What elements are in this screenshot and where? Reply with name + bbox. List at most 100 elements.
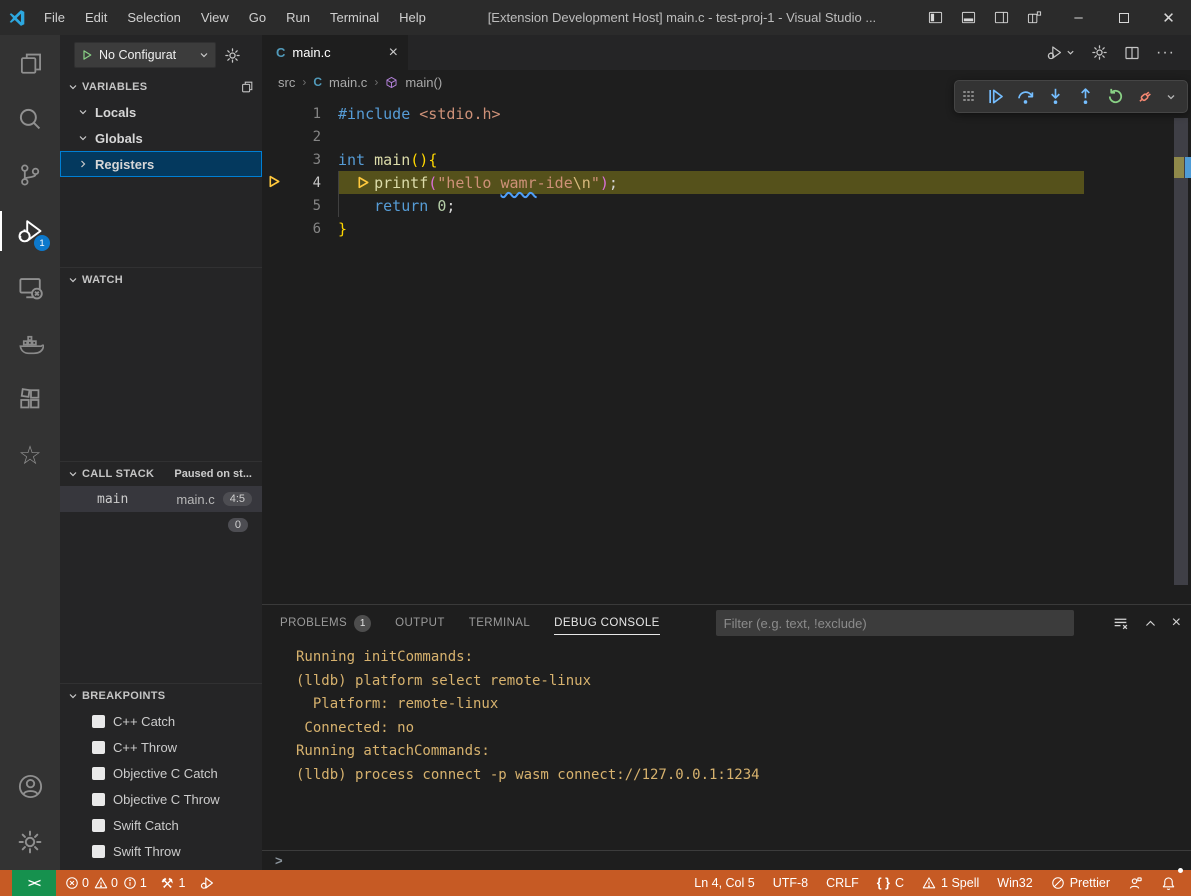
checkbox-unchecked[interactable]: [92, 819, 105, 832]
encoding[interactable]: UTF-8: [768, 870, 813, 896]
checkbox-unchecked[interactable]: [92, 715, 105, 728]
breakpoint-row[interactable]: Swift Catch: [60, 812, 262, 838]
panel-tab-terminal[interactable]: TERMINAL: [469, 605, 530, 641]
panel-tab-problems[interactable]: PROBLEMS1: [280, 605, 371, 641]
gutter[interactable]: 2: [262, 125, 338, 148]
gutter[interactable]: 4: [262, 171, 338, 194]
code-line[interactable]: 2: [262, 125, 1191, 148]
problems-status[interactable]: 0 0 1: [60, 870, 152, 896]
checkbox-unchecked[interactable]: [92, 767, 105, 780]
breakpoints-header[interactable]: BREAKPOINTS: [60, 684, 262, 708]
variables-row-globals[interactable]: Globals: [60, 125, 262, 151]
panel-tab-debug-console[interactable]: DEBUG CONSOLE: [554, 605, 660, 641]
activity-search[interactable]: [0, 91, 60, 147]
checkbox-unchecked[interactable]: [92, 845, 105, 858]
toggle-panel-icon[interactable]: [961, 10, 976, 25]
breakpoint-row[interactable]: C++ Catch: [60, 708, 262, 734]
customize-layout-icon[interactable]: [1027, 10, 1042, 25]
notifications[interactable]: [1156, 870, 1181, 896]
step-into-button[interactable]: [1046, 87, 1065, 106]
cursor-position[interactable]: Ln 4, Col 5: [689, 870, 759, 896]
maximize-panel-icon[interactable]: [1144, 617, 1157, 630]
code-line[interactable]: 5 return 0;: [262, 194, 1191, 217]
menu-file[interactable]: File: [34, 0, 75, 35]
more-actions-icon[interactable]: ···: [1156, 48, 1175, 58]
copy-icon[interactable]: [240, 80, 254, 94]
toggle-secondary-sidebar-icon[interactable]: [994, 10, 1009, 25]
step-out-button[interactable]: [1076, 87, 1095, 106]
session-row[interactable]: 0: [60, 512, 262, 538]
step-over-button[interactable]: [1016, 87, 1035, 106]
disconnect-button[interactable]: [1136, 87, 1155, 106]
activity-source-control[interactable]: [0, 147, 60, 203]
code-editor[interactable]: 1#include <stdio.h>23int main(){4 printf…: [262, 94, 1191, 604]
gutter[interactable]: 3: [262, 148, 338, 171]
menu-edit[interactable]: Edit: [75, 0, 117, 35]
breakpoint-row[interactable]: Objective C Throw: [60, 786, 262, 812]
variables-row-registers[interactable]: Registers: [60, 151, 262, 177]
menu-run[interactable]: Run: [276, 0, 320, 35]
menu-terminal[interactable]: Terminal: [320, 0, 389, 35]
close-tab-icon[interactable]: ×: [389, 44, 398, 62]
split-editor-icon[interactable]: [1124, 45, 1140, 61]
menu-go[interactable]: Go: [239, 0, 276, 35]
chevron-down-icon[interactable]: [1166, 92, 1176, 102]
launch-gear-icon[interactable]: [224, 47, 241, 64]
restart-button[interactable]: [1106, 87, 1125, 106]
maximize-button[interactable]: [1101, 0, 1146, 35]
debug-console-input[interactable]: >: [262, 850, 1191, 870]
activity-extensions[interactable]: [0, 371, 60, 427]
gutter[interactable]: 6: [262, 217, 338, 240]
language-mode[interactable]: { } C: [872, 870, 909, 896]
activity-settings[interactable]: [0, 814, 60, 870]
breakpoint-row[interactable]: C++ Throw: [60, 734, 262, 760]
watch-header[interactable]: WATCH: [60, 268, 262, 292]
editor-scrollbar[interactable]: [1174, 118, 1188, 585]
remote-indicator[interactable]: ><: [12, 870, 56, 896]
console-filter-input[interactable]: [716, 610, 1074, 636]
variables-row-locals[interactable]: Locals: [60, 99, 262, 125]
stack-frame-row[interactable]: main main.c 4:5: [60, 486, 262, 512]
activity-explorer[interactable]: [0, 35, 60, 91]
breakpoint-row[interactable]: Objective C Catch: [60, 760, 262, 786]
code-line[interactable]: 6}: [262, 217, 1191, 240]
formatter-status[interactable]: Prettier: [1046, 870, 1115, 896]
drag-handle-icon[interactable]: [963, 91, 975, 103]
breadcrumb-symbol[interactable]: main(): [405, 75, 442, 90]
eol-sequence[interactable]: CRLF: [821, 870, 864, 896]
debug-console-toggle[interactable]: [194, 870, 220, 896]
activity-docker[interactable]: [0, 315, 60, 371]
close-button[interactable]: ✕: [1146, 0, 1191, 35]
run-or-debug-button[interactable]: [1046, 44, 1075, 61]
tools-status[interactable]: ⚒ 1: [156, 870, 191, 896]
close-panel-icon[interactable]: ×: [1172, 614, 1181, 632]
toggle-sidebar-icon[interactable]: [928, 10, 943, 25]
breakpoint-row[interactable]: Swift Throw: [60, 838, 262, 864]
clear-console-icon[interactable]: [1112, 615, 1129, 632]
call-stack-header[interactable]: CALL STACK Paused on st...: [60, 462, 262, 486]
continue-button[interactable]: [986, 87, 1005, 106]
variables-header[interactable]: VARIABLES: [60, 75, 262, 99]
code-line[interactable]: 4 printf("hello wamr-ide\n");: [262, 171, 1191, 194]
activity-star-extension[interactable]: ☆: [0, 427, 60, 483]
gutter[interactable]: 1: [262, 102, 338, 125]
menu-selection[interactable]: Selection: [117, 0, 190, 35]
platform-target[interactable]: Win32: [992, 870, 1037, 896]
panel-tab-output[interactable]: OUTPUT: [395, 605, 445, 641]
debug-console-output[interactable]: Running initCommands:(lldb) platform sel…: [262, 641, 1191, 850]
launch-config-dropdown[interactable]: No Configurat: [74, 42, 216, 68]
breadcrumb-file[interactable]: main.c: [329, 75, 367, 90]
activity-run-debug[interactable]: 1: [0, 203, 60, 259]
menu-view[interactable]: View: [191, 0, 239, 35]
activity-remote-explorer[interactable]: [0, 259, 60, 315]
feedback[interactable]: [1123, 870, 1148, 896]
tab-main-c[interactable]: C main.c ×: [262, 35, 408, 70]
checkbox-unchecked[interactable]: [92, 793, 105, 806]
breadcrumb-src[interactable]: src: [278, 75, 295, 90]
minimize-button[interactable]: –: [1056, 0, 1101, 35]
gutter[interactable]: 5: [262, 194, 338, 217]
spell-checker-status[interactable]: 1 Spell: [917, 870, 984, 896]
activity-accounts[interactable]: [0, 758, 60, 814]
code-line[interactable]: 3int main(){: [262, 148, 1191, 171]
checkbox-unchecked[interactable]: [92, 741, 105, 754]
